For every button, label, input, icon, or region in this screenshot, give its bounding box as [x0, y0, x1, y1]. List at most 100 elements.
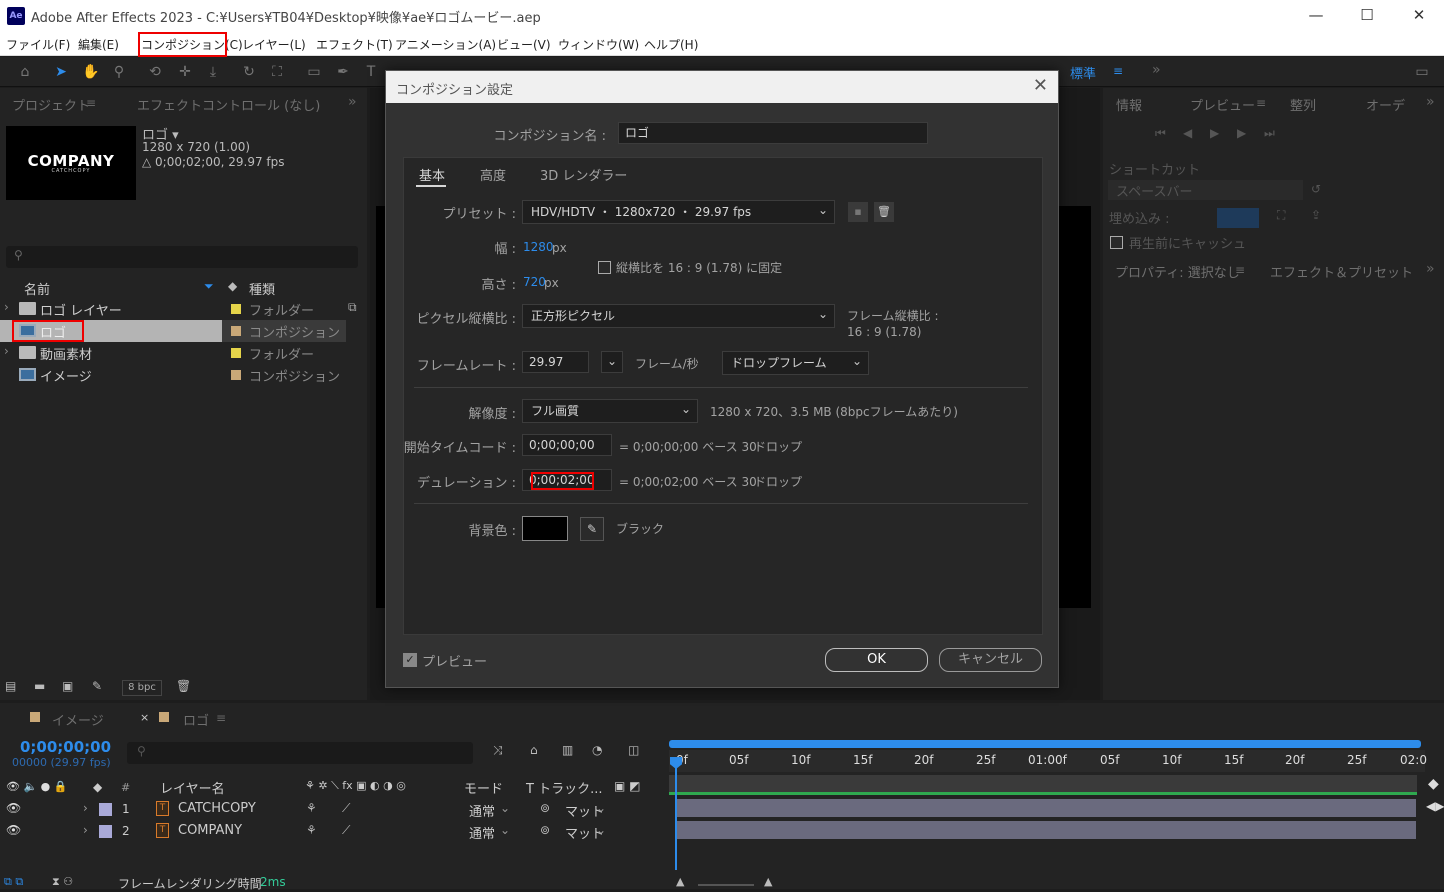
- expand-icon[interactable]: ›: [4, 300, 9, 314]
- label-color[interactable]: [99, 825, 112, 838]
- dolly-tool-icon[interactable]: ⤓: [204, 63, 222, 81]
- home-icon[interactable]: ⌂: [16, 63, 34, 81]
- height-value[interactable]: 720: [523, 275, 546, 289]
- trash-icon[interactable]: 🗑: [176, 679, 191, 693]
- minimize-button[interactable]: —: [1291, 0, 1341, 32]
- panel-overflow-icon[interactable]: »: [1426, 261, 1435, 277]
- fullscreen-icon[interactable]: ⛶: [1277, 208, 1285, 223]
- play-icon[interactable]: ▶: [1210, 126, 1219, 140]
- shy-switch-icon[interactable]: ⚘: [306, 823, 317, 837]
- zoom-tool-icon[interactable]: ⚲: [110, 63, 128, 81]
- tab-properties[interactable]: プロパティ: 選択なし: [1115, 262, 1240, 281]
- zoom-slider[interactable]: [698, 884, 754, 886]
- project-row[interactable]: › 動画素材 フォルダー: [0, 342, 346, 364]
- more-workspaces-icon[interactable]: »: [1152, 62, 1161, 78]
- column-mode[interactable]: モード: [464, 778, 503, 797]
- embed-toggle[interactable]: [1217, 208, 1259, 228]
- layer-mode[interactable]: 通常: [469, 823, 495, 842]
- resolution-select[interactable]: フル画質 ⌄: [522, 399, 698, 423]
- expand-icon[interactable]: ›: [83, 823, 88, 837]
- label-color[interactable]: [99, 803, 112, 816]
- layer-bar-company[interactable]: [676, 821, 1416, 839]
- last-frame-icon[interactable]: ⏭: [1264, 126, 1275, 141]
- type-tool-icon[interactable]: T: [362, 63, 380, 81]
- menu-animation[interactable]: アニメーション(A): [395, 36, 496, 53]
- visibility-eye-icon[interactable]: 👁: [6, 823, 21, 837]
- frame-blending-icon[interactable]: ▥: [562, 743, 573, 757]
- eyedropper-icon[interactable]: ✎: [580, 517, 604, 541]
- cancel-button[interactable]: キャンセル: [939, 648, 1042, 672]
- layer-row[interactable]: 👁 › 1 T CATCHCOPY ⚘ ⟋ 通常 ⌄ ⊚ マット ⌄: [0, 798, 668, 820]
- tab-info[interactable]: 情報: [1116, 95, 1142, 114]
- dialog-close-button[interactable]: ✕: [1033, 75, 1048, 96]
- next-frame-icon[interactable]: ▶: [1237, 126, 1246, 140]
- properties-menu-icon[interactable]: ≡: [1235, 263, 1245, 277]
- menu-effect[interactable]: エフェクト(T): [316, 36, 393, 53]
- tab-basic[interactable]: 基本: [419, 165, 445, 184]
- menu-help[interactable]: ヘルプ(H): [644, 36, 698, 53]
- preset-select[interactable]: HDV/HDTV ・ 1280x720 ・ 29.97 fps ⌄: [522, 200, 835, 224]
- tab-advanced[interactable]: 高度: [480, 165, 506, 184]
- column-layer-name[interactable]: レイヤー名: [160, 778, 225, 797]
- rotate-tool-icon[interactable]: ↻: [240, 63, 258, 81]
- graph-editor-icon[interactable]: ◫: [628, 743, 639, 757]
- tab-logo[interactable]: ロゴ: [183, 710, 209, 729]
- width-value[interactable]: 1280: [523, 240, 554, 254]
- column-type[interactable]: 種類: [249, 279, 275, 298]
- keyframe-nav-icon[interactable]: ◆: [1428, 776, 1439, 792]
- project-settings-icon[interactable]: ✎: [92, 679, 102, 693]
- tab-project[interactable]: プロジェクト: [12, 95, 90, 114]
- timeline-menu-icon[interactable]: ≡: [216, 711, 226, 725]
- project-row-selected[interactable]: ロゴ: [0, 320, 222, 342]
- lock-aspect-checkbox[interactable]: [598, 261, 611, 274]
- comp-name-input[interactable]: ロゴ: [618, 122, 928, 144]
- layer-nav-icon[interactable]: ◀▶: [1426, 799, 1444, 813]
- label-color[interactable]: [231, 304, 241, 314]
- zoom-in-icon[interactable]: ▲: [764, 875, 772, 888]
- quality-switch-icon[interactable]: ⟋: [342, 823, 350, 838]
- bpc-button[interactable]: 8 bpc: [122, 680, 162, 696]
- project-row[interactable]: イメージ コンポジション: [0, 364, 346, 386]
- expand-icon[interactable]: ›: [4, 344, 9, 358]
- delete-preset-icon[interactable]: 🗑: [874, 202, 894, 222]
- tab-align[interactable]: 整列: [1290, 95, 1316, 114]
- column-name[interactable]: 名前: [24, 279, 50, 298]
- column-track-matte[interactable]: T トラック...: [526, 778, 602, 797]
- frame-rate-input[interactable]: 29.97: [522, 351, 589, 373]
- menu-composition[interactable]: コンポジション(C): [141, 36, 243, 53]
- duration-input[interactable]: 0;00;02;00: [522, 469, 612, 491]
- panel-overflow-icon[interactable]: »: [348, 94, 357, 110]
- orbit-tool-icon[interactable]: ⟲: [146, 63, 164, 81]
- background-color-swatch[interactable]: [522, 516, 568, 541]
- toggle-switches-icon[interactable]: ⧉ ⧉: [4, 875, 23, 889]
- cache-checkbox[interactable]: [1110, 236, 1123, 249]
- timeline-search-input[interactable]: ⚲: [127, 742, 473, 764]
- search-help-icon[interactable]: ▭: [1410, 63, 1434, 81]
- project-search-input[interactable]: ⚲: [6, 246, 358, 268]
- anchor-tool-icon[interactable]: ⛶: [268, 63, 286, 81]
- chevron-down-icon[interactable]: ⌄: [500, 801, 510, 815]
- prev-frame-icon[interactable]: ◀: [1183, 126, 1192, 140]
- shy-layers-icon[interactable]: ⌂: [530, 743, 538, 757]
- save-preset-icon[interactable]: ▪: [848, 202, 868, 222]
- rectangle-tool-icon[interactable]: ▭: [305, 63, 323, 81]
- workspace-menu-icon[interactable]: ≡: [1113, 64, 1123, 78]
- pen-tool-icon[interactable]: ✒: [334, 63, 352, 81]
- tab-effects-presets[interactable]: エフェクト＆プリセット: [1270, 262, 1413, 281]
- shortcut-select[interactable]: スペースバー: [1108, 180, 1303, 200]
- expand-icon[interactable]: ›: [83, 801, 88, 815]
- selection-tool-icon[interactable]: ➤: [52, 63, 70, 81]
- shy-switch-icon[interactable]: ⚘: [306, 801, 317, 815]
- sort-down-icon[interactable]: ⏷: [204, 279, 214, 294]
- interpret-footage-icon[interactable]: ▤: [5, 679, 16, 693]
- motion-blur-icon[interactable]: ◔: [592, 743, 602, 757]
- label-color[interactable]: [231, 326, 241, 336]
- ok-button[interactable]: OK: [825, 648, 928, 672]
- quality-switch-icon[interactable]: ⟋: [342, 801, 350, 816]
- visibility-eye-icon[interactable]: 👁: [6, 801, 21, 815]
- matte-link-icon[interactable]: ⊚: [540, 823, 550, 837]
- layer-row[interactable]: 👁 › 2 T COMPANY ⚘ ⟋ 通常 ⌄ ⊚ マット ⌄: [0, 820, 668, 842]
- menu-edit[interactable]: 編集(E): [78, 36, 119, 53]
- render-time-icon[interactable]: ⧗ ⚇: [52, 875, 73, 889]
- close-tab-icon[interactable]: ×: [140, 711, 149, 724]
